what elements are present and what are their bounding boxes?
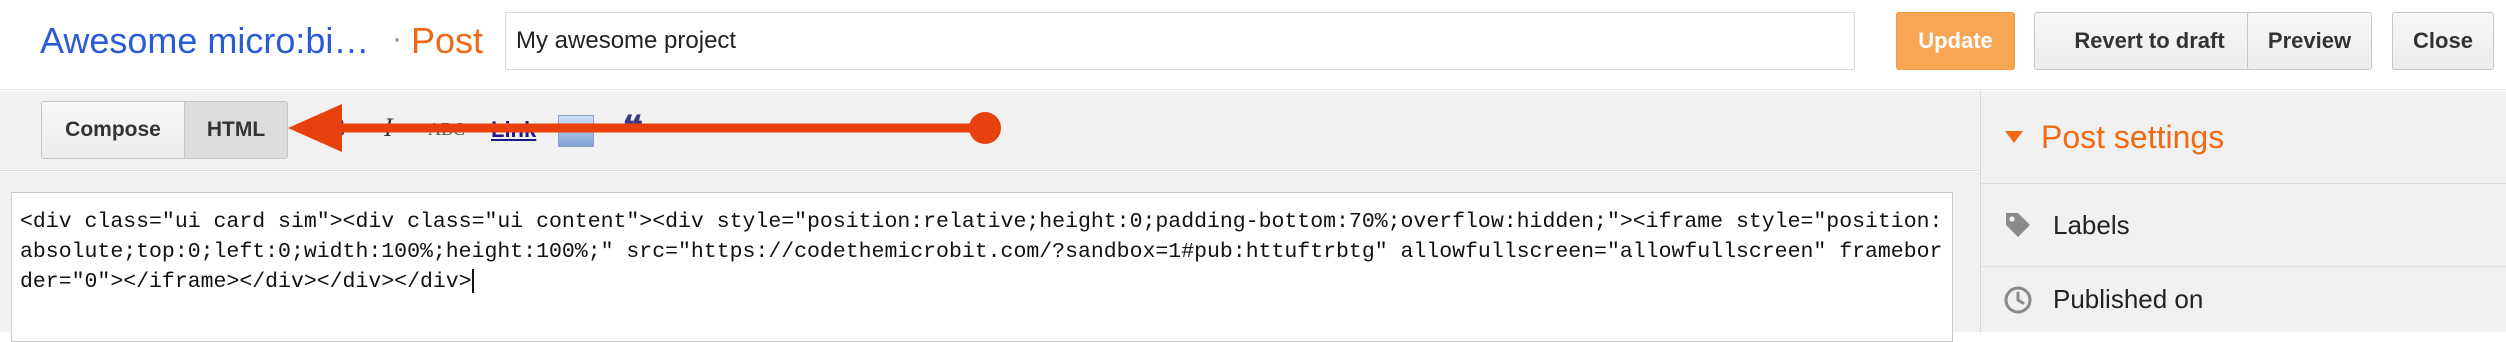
top-bar: Awesome micro:bi… · Post Update Revert t… [0, 0, 2506, 90]
clock-icon [2004, 286, 2032, 313]
italic-button[interactable]: I [384, 113, 393, 143]
close-button[interactable]: Close [2392, 12, 2494, 70]
editor-mode-toggle: Compose HTML [41, 101, 288, 159]
section-label: Post [411, 20, 484, 61]
breadcrumb-separator: · [392, 22, 402, 55]
compose-mode-button[interactable]: Compose [42, 102, 185, 158]
editor-toolbar: Compose HTML B I ABC Link ❝ [0, 91, 1980, 171]
published-on-text: Published on [2053, 284, 2204, 314]
text-caret [471, 269, 474, 294]
labels-setting[interactable]: Labels [1981, 184, 2506, 267]
preview-button[interactable]: Preview [2247, 12, 2372, 70]
link-button[interactable]: Link [491, 117, 536, 143]
post-settings-title: Post settings [2041, 118, 2225, 155]
caret-down-icon [2005, 131, 2023, 143]
post-title-input[interactable] [505, 12, 1855, 70]
labels-text: Labels [2053, 209, 2130, 240]
strikethrough-button[interactable]: ABC [428, 119, 465, 140]
bold-button[interactable]: B [328, 113, 345, 143]
quote-icon[interactable]: ❝ [622, 107, 644, 154]
editor-area: <div class="ui card sim"><div class="ui … [0, 172, 1980, 342]
tag-icon [2006, 213, 2030, 237]
blog-title-link[interactable]: Awesome micro:bi… [40, 20, 369, 62]
post-settings-header[interactable]: Post settings [1981, 91, 2506, 184]
html-mode-button[interactable]: HTML [185, 102, 287, 158]
post-settings-panel: Post settings Labels Published on [1980, 91, 2506, 332]
image-icon[interactable] [558, 115, 594, 147]
update-button[interactable]: Update [1896, 12, 2015, 70]
html-editor-textarea[interactable]: <div class="ui card sim"><div class="ui … [11, 192, 1953, 342]
revert-to-draft-button[interactable]: Revert to draft [2034, 12, 2265, 70]
published-on-setting[interactable]: Published on [1981, 267, 2506, 332]
html-editor-content: <div class="ui card sim"><div class="ui … [20, 210, 1943, 294]
